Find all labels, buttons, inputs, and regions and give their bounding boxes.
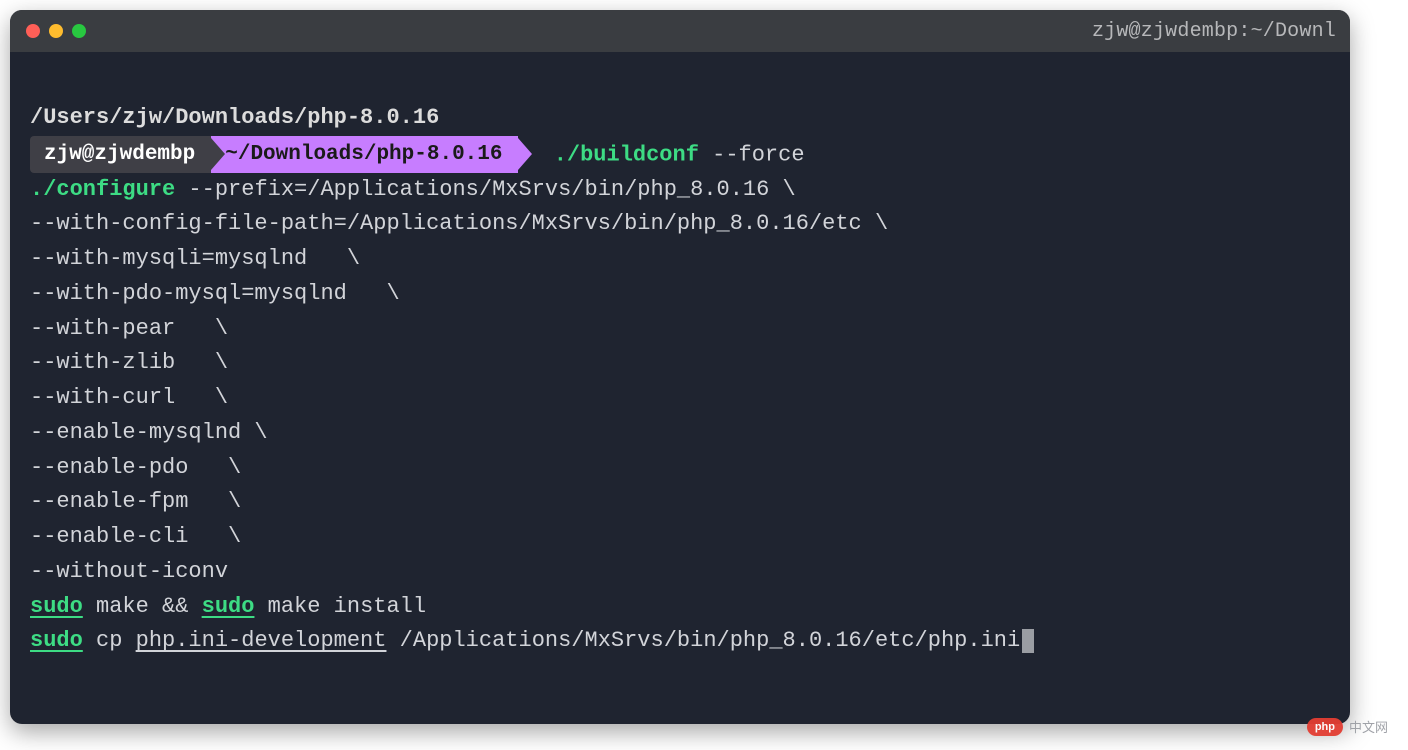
cursor-icon [1022,629,1034,653]
terminal-body[interactable]: /Users/zjw/Downloads/php-8.0.16 zjw@zjwd… [10,52,1350,724]
txt-make: make && [83,594,202,619]
chevron-right-icon [518,138,532,170]
terminal-window: zjw@zjwdembp:~/Downl /Users/zjw/Download… [10,10,1350,724]
traffic-lights [26,24,86,38]
cfg-arg-9: --enable-fpm \ [30,489,241,514]
prompt: zjw@zjwdembp~/Downloads/php-8.0.16 [30,136,540,173]
cfg-arg-6: --with-curl \ [30,385,228,410]
cmd-sudo-3: sudo [30,628,83,653]
cfg-arg-0: --prefix=/Applications/MxSrvs/bin/php_8.… [175,177,796,202]
cp-dst: /Applications/MxSrvs/bin/php_8.0.16/etc/… [386,628,1020,653]
cfg-arg-4: --with-pear \ [30,316,228,341]
txt-cp: cp [83,628,136,653]
cfg-arg-1: --with-config-file-path=/Applications/Mx… [30,211,888,236]
cfg-arg-5: --with-zlib \ [30,350,228,375]
arg-force: --force [699,142,805,167]
prompt-cwd: ~/Downloads/php-8.0.16 [211,136,518,173]
cfg-arg-7: --enable-mysqlnd \ [30,420,268,445]
cfg-arg-3: --with-pdo-mysql=mysqlnd \ [30,281,400,306]
cfg-arg-2: --with-mysqli=mysqlnd \ [30,246,360,271]
minimize-icon[interactable] [49,24,63,38]
cfg-arg-10: --enable-cli \ [30,524,241,549]
watermark-text: 中文网 [1349,717,1388,736]
cmd-sudo-2: sudo [202,594,255,619]
cfg-arg-11: --without-iconv [30,559,228,584]
txt-make-install: make install [254,594,426,619]
cwd-full: /Users/zjw/Downloads/php-8.0.16 [30,105,439,130]
watermark-pill: php [1307,718,1343,736]
chevron-right-icon [211,138,225,170]
window-title: zjw@zjwdembp:~/Downl [1092,20,1336,43]
zoom-icon[interactable] [72,24,86,38]
prompt-user: zjw@zjwdembp [30,136,211,173]
watermark: php 中文网 [1307,717,1388,736]
cmd-sudo-1: sudo [30,594,83,619]
cmd-configure: ./configure [30,177,175,202]
close-icon[interactable] [26,24,40,38]
cfg-arg-8: --enable-pdo \ [30,455,241,480]
cmd-buildconf: ./buildconf [554,142,699,167]
titlebar[interactable]: zjw@zjwdembp:~/Downl [10,10,1350,52]
cp-src: php.ini-development [136,628,387,653]
